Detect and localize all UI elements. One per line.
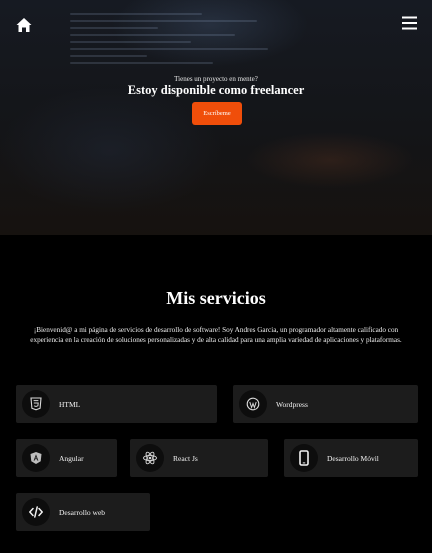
service-card-html[interactable]: HTML [16,385,217,423]
services-description: ¡Bienvenid@ a mi página de servicios de … [30,326,402,344]
home-button[interactable] [15,16,33,34]
mobile-phone-icon [290,444,318,472]
service-card-web[interactable]: Desarrollo web [16,493,150,531]
service-card-mobile[interactable]: Desarrollo Móvil [284,439,418,477]
service-label: HTML [59,399,81,409]
service-card-react[interactable]: React Js [130,439,268,477]
wordpress-icon [239,390,267,418]
hero-eyebrow: Tienes un proyecto en mente? [174,75,258,83]
react-icon [136,444,164,472]
service-label: Desarrollo web [59,507,106,517]
angular-icon [22,444,50,472]
service-label: Angular [59,453,84,463]
service-card-angular[interactable]: Angular [16,439,117,477]
services-title: Mis servicios [166,288,266,308]
menu-button[interactable] [401,15,418,31]
contact-button[interactable]: Escríbeme [192,102,242,125]
menu-icon [402,16,417,30]
hero-title: Estoy disponible como freelancer [127,83,305,97]
service-label: React Js [173,453,198,463]
service-card-wordpress[interactable]: Wordpress [233,385,418,423]
code-icon [22,498,50,526]
home-icon [16,18,32,32]
service-label: Wordpress [276,399,308,409]
html5-icon [22,390,50,418]
hero-section: Tienes un proyecto en mente? Estoy dispo… [0,0,432,235]
service-label: Desarrollo Móvil [327,453,379,463]
